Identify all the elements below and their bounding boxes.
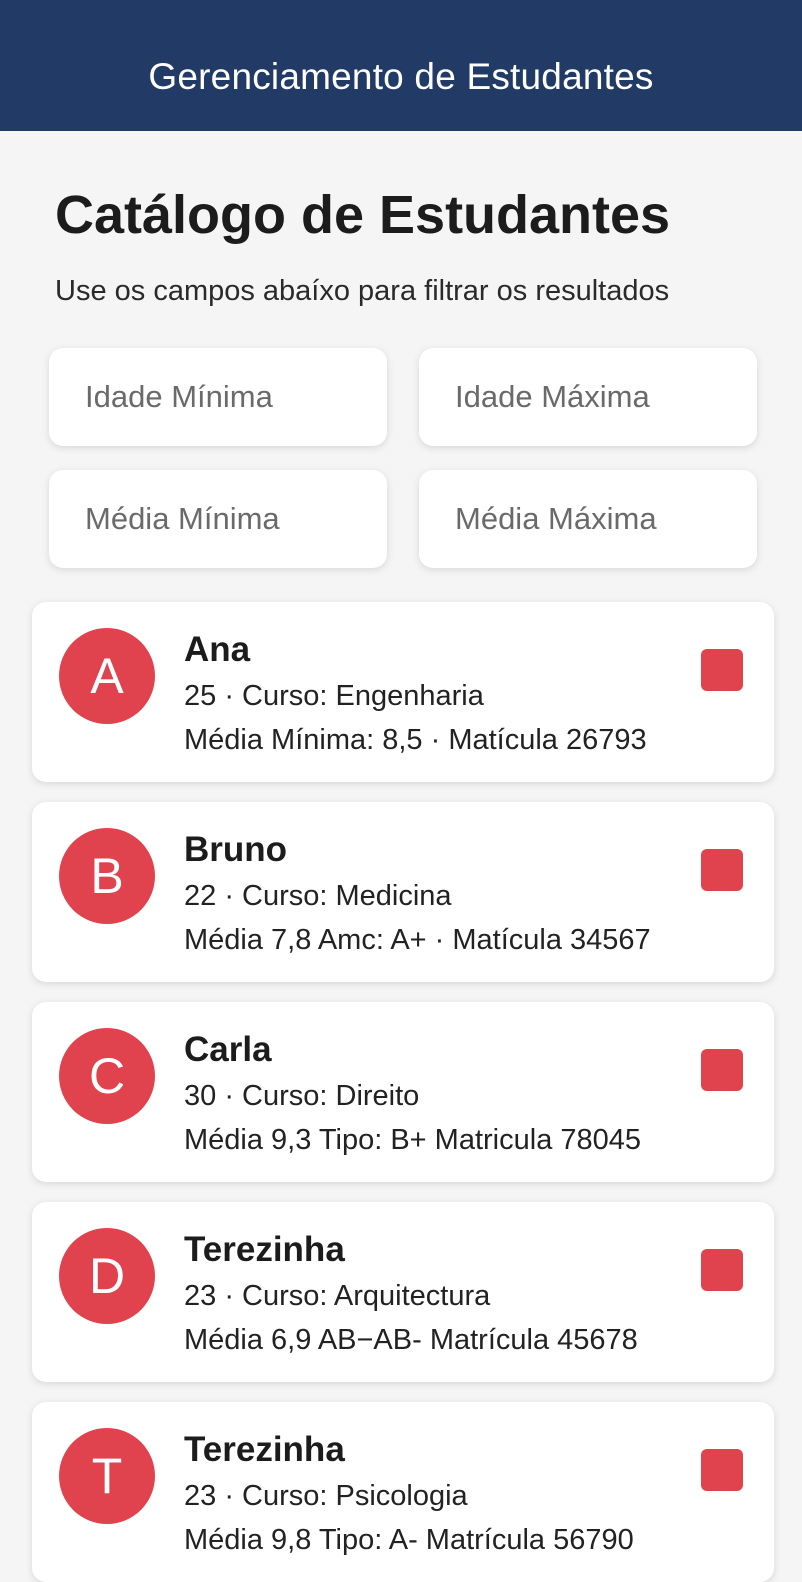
remove-square-icon[interactable] bbox=[701, 849, 743, 891]
student-grade-enrollment: Média 6,9 AB−AB- Matrícula 45678 bbox=[184, 1324, 638, 1356]
student-name: Terezinha bbox=[184, 1230, 345, 1269]
student-grade-enrollment: Média 9,8 Tipo: A- Matrícula 56790 bbox=[184, 1524, 634, 1556]
idade-maxima-field-wrapper bbox=[419, 348, 757, 446]
app-title: Gerenciamento de Estudantes bbox=[148, 56, 654, 97]
media-maxima-field-wrapper bbox=[419, 470, 757, 568]
student-name: Terezinha bbox=[184, 1430, 345, 1469]
student-card[interactable]: D Terezinha 23 · Curso: Arquitectura Méd… bbox=[32, 1202, 774, 1382]
media-minima-field-wrapper bbox=[49, 470, 387, 568]
student-card[interactable]: C Carla 30 · Curso: Direito Média 9,3 Ti… bbox=[32, 1002, 774, 1182]
page-title: Catálogo de Estudantes bbox=[55, 185, 671, 245]
student-card[interactable]: T Terezinha 23 · Curso: Psicologia Média… bbox=[32, 1402, 774, 1582]
avatar: A bbox=[59, 628, 155, 724]
remove-square-icon[interactable] bbox=[701, 1449, 743, 1491]
student-age-course: 30 · Curso: Direito bbox=[184, 1080, 420, 1112]
student-age-course: 23 · Curso: Psicologia bbox=[184, 1480, 468, 1512]
idade-minima-field-wrapper bbox=[49, 348, 387, 446]
idade-minima-input[interactable] bbox=[49, 348, 387, 446]
avatar: D bbox=[59, 1228, 155, 1324]
student-name: Bruno bbox=[184, 830, 288, 869]
remove-square-icon[interactable] bbox=[701, 649, 743, 691]
student-grade-enrollment: Média 9,3 Tipo: B+ Matricula 78045 bbox=[184, 1124, 642, 1156]
student-age-course: 22 · Curso: Medicina bbox=[184, 880, 452, 912]
student-grade-enrollment: Média Mínima: 8,5 · Matícula 26793 bbox=[184, 724, 647, 756]
student-card[interactable]: A Ana 25 · Curso: Engenharia Média Mínim… bbox=[32, 602, 774, 782]
page-subtitle: Use os campos abaíxo para filtrar os res… bbox=[55, 275, 670, 307]
student-card[interactable]: B Bruno 22 · Curso: Medicina Média 7,8 A… bbox=[32, 802, 774, 982]
media-minima-input[interactable] bbox=[49, 470, 387, 568]
student-name: Carla bbox=[184, 1030, 272, 1069]
student-age-course: 23 · Curso: Arquitectura bbox=[184, 1280, 491, 1312]
app-header: Gerenciamento de Estudantes bbox=[0, 0, 802, 131]
student-grade-enrollment: Média 7,8 Amc: A+ · Matícula 34567 bbox=[184, 924, 651, 956]
avatar: T bbox=[59, 1428, 155, 1524]
remove-square-icon[interactable] bbox=[701, 1049, 743, 1091]
avatar: B bbox=[59, 828, 155, 924]
student-age-course: 25 · Curso: Engenharia bbox=[184, 680, 484, 712]
media-maxima-input[interactable] bbox=[419, 470, 757, 568]
student-name: Ana bbox=[184, 630, 251, 669]
avatar: C bbox=[59, 1028, 155, 1124]
remove-square-icon[interactable] bbox=[701, 1249, 743, 1291]
idade-maxima-input[interactable] bbox=[419, 348, 757, 446]
